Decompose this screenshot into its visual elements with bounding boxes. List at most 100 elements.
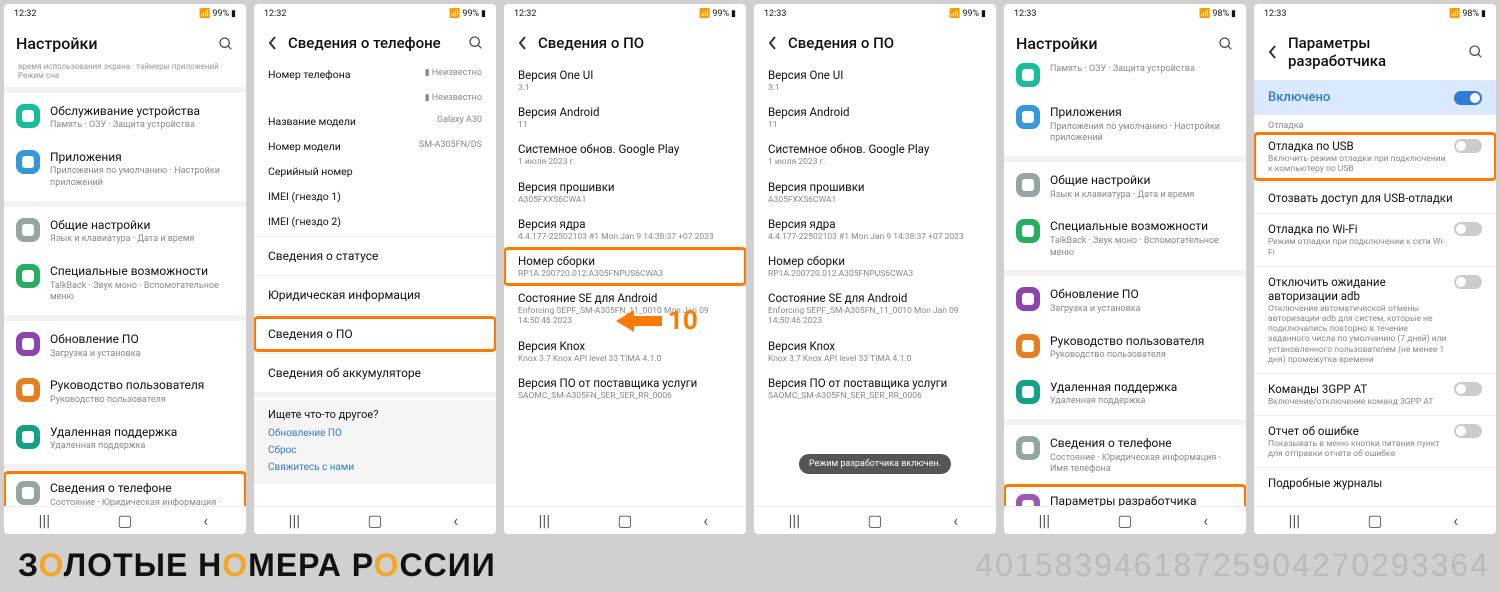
row-knox[interactable]: Версия KnoxKnox 3.7 Knox API level 33 TI… <box>754 333 996 370</box>
item-apps[interactable]: ПриложенияПриложения по умолчанию · Наст… <box>4 141 246 199</box>
row-android[interactable]: Версия Android11 <box>754 99 996 136</box>
link-status[interactable]: Сведения о статусе <box>254 239 496 273</box>
toggle-switch[interactable] <box>1454 222 1482 236</box>
nav-bar: |||▢‹ <box>1254 506 1496 534</box>
row-csc[interactable]: Версия ПО от поставщика услугиSAOMC_SM-A… <box>754 370 996 407</box>
row-knox[interactable]: Версия KnoxKnox 3.7 Knox API level 33 TI… <box>504 333 746 370</box>
opt-adb-auth[interactable]: Отключить ожидание авторизации adbОтключ… <box>1254 269 1496 371</box>
software-list: Версия One UI3.1 Версия Android11 Систем… <box>754 62 996 506</box>
footer-link-contact[interactable]: Свяжитесь с нами <box>268 459 482 476</box>
item-general[interactable]: Общие настройкиЯзык и клавиатура · Дата … <box>4 209 246 255</box>
device-care-icon <box>1016 63 1040 87</box>
toggle-switch[interactable] <box>1454 139 1482 153</box>
row-csc[interactable]: Версия ПО от поставщика услугиSAOMC_SM-A… <box>504 370 746 407</box>
row-googleplay[interactable]: Системное обнов. Google Play1 июля 2023 … <box>754 136 996 173</box>
search-icon[interactable] <box>218 36 234 52</box>
screen-settings-2: 12:33📶 98%▮ Настройки Память · ОЗУ · Защ… <box>1004 4 1246 534</box>
footer-link-reset[interactable]: Сброс <box>268 442 482 459</box>
row-build-number[interactable]: Номер сборкиRP1A.200720.012.A305FNPUS6CW… <box>754 248 996 285</box>
apps-icon <box>16 150 40 174</box>
status-bar: 12:32📶 99%▮ <box>504 4 746 24</box>
general-icon <box>16 218 40 242</box>
nav-home[interactable]: ▢ <box>116 516 134 526</box>
nav-back[interactable]: ‹ <box>197 516 215 526</box>
apps-icon <box>1016 105 1040 129</box>
link-battery[interactable]: Сведения об аккумуляторе <box>254 356 496 390</box>
nav-recents[interactable]: ||| <box>35 516 53 526</box>
search-icon[interactable] <box>468 35 484 51</box>
item-device-care[interactable]: Обслуживание устройстваПамять · ОЗУ · За… <box>4 95 246 141</box>
settings-list: время использования экрана · таймеры при… <box>4 63 246 506</box>
item-update[interactable]: Обновление ПОЗагрузка и установка <box>4 323 246 369</box>
row-se[interactable]: Состояние SE для AndroidEnforcing SEPF_S… <box>754 285 996 332</box>
master-toggle[interactable]: Включено <box>1254 80 1496 115</box>
header: Настройки <box>1004 24 1246 63</box>
opt-bugreport[interactable]: Отчет об ошибкеПоказывать в меню кнопки … <box>1254 418 1496 465</box>
item-remote[interactable]: Удаленная поддержкаУдаленная поддержка <box>1004 371 1246 417</box>
status-bar: 12:33📶 98%▮ <box>1254 4 1496 24</box>
search-icon[interactable] <box>1218 36 1234 52</box>
cut-item-top: время использования экрана · таймеры при… <box>4 63 246 85</box>
opt-3gpp[interactable]: Команды 3GPP ATВключение/отключение кома… <box>1254 376 1496 413</box>
row-baseband[interactable]: Версия прошивкиA305FXXS6CWA1 <box>754 174 996 211</box>
row-googleplay[interactable]: Системное обнов. Google Play1 июля 2023 … <box>504 136 746 173</box>
item-update[interactable]: Обновление ПОЗагрузка и установка <box>1004 278 1246 324</box>
row-serial: Серийный номер <box>254 159 496 184</box>
page-title: Сведения о ПО <box>538 34 734 52</box>
row-kernel[interactable]: Версия ядра4.4.177-22502103 #1 Mon Jan 9… <box>754 211 996 248</box>
about-content: Номер телефона▮ Неизвестно ▮ Неизвестно … <box>254 62 496 506</box>
item-manual[interactable]: Руководство пользователяРуководство поль… <box>4 369 246 415</box>
opt-revoke-usb[interactable]: Отозвать доступ для USB-отладки <box>1254 185 1496 211</box>
toggle-switch[interactable] <box>1454 424 1482 438</box>
header: Сведения о телефоне <box>254 24 496 62</box>
toggle-switch[interactable] <box>1454 91 1482 105</box>
update-icon <box>16 332 40 356</box>
item-accessibility[interactable]: Специальные возможностиTalkBack · Звук м… <box>1004 210 1246 268</box>
row-android[interactable]: Версия Android11 <box>504 99 746 136</box>
footer-link-update[interactable]: Обновление ПО <box>268 425 482 442</box>
general-icon <box>1016 173 1040 197</box>
item-developer-options[interactable]: Параметры разработчикаПараметры разработ… <box>1004 485 1246 506</box>
item-about-phone[interactable]: Сведения о телефонеСостояние · Юридическ… <box>4 472 246 506</box>
tap-count: 10 <box>668 306 698 336</box>
item-manual[interactable]: Руководство пользователяРуководство поль… <box>1004 325 1246 371</box>
row-baseband[interactable]: Версия прошивкиA305FXXS6CWA1 <box>504 174 746 211</box>
link-software-info[interactable]: Сведения о ПО <box>254 317 496 351</box>
row-kernel[interactable]: Версия ядра4.4.177-22502103 #1 Mon Jan 9… <box>504 211 746 248</box>
back-button[interactable] <box>266 36 280 50</box>
accessibility-icon <box>16 264 40 288</box>
accessibility-icon <box>1016 219 1040 243</box>
row-build-number[interactable]: Номер сборкиRP1A.200720.012.A305FNPUS6CW… <box>504 248 746 285</box>
opt-logs[interactable]: Подробные журналы <box>1254 470 1496 496</box>
section-debug: Отладка <box>1254 115 1496 133</box>
row-model-name: Название моделиGalaxy A30 <box>254 109 496 134</box>
item-remote[interactable]: Удаленная поддержкаУдаленная поддержка <box>4 416 246 462</box>
about-phone-icon <box>1016 436 1040 460</box>
back-button[interactable] <box>766 36 780 50</box>
row-oneui[interactable]: Версия One UI3.1 <box>754 62 996 99</box>
page-title: Сведения о ПО <box>788 34 984 52</box>
item-about-phone[interactable]: Сведения о телефонеСостояние · Юридическ… <box>1004 427 1246 485</box>
item-general[interactable]: Общие настройкиЯзык и клавиатура · Дата … <box>1004 164 1246 210</box>
back-button[interactable] <box>516 36 530 50</box>
status-time: 12:32 <box>14 9 36 19</box>
item-device-care-cut[interactable]: Память · ОЗУ · Защита устройства <box>1004 63 1246 96</box>
item-accessibility[interactable]: Специальные возможностиTalkBack · Звук м… <box>4 255 246 313</box>
toast-dev-enabled: Режим разработчика включен. <box>799 454 951 474</box>
faded-digits: 40158394618725904270293364 <box>975 547 1490 584</box>
row-phone-number: Номер телефона▮ Неизвестно <box>254 62 496 87</box>
link-legal[interactable]: Юридическая информация <box>254 278 496 312</box>
toggle-switch[interactable] <box>1454 382 1482 396</box>
brand-banner: ЗОЛОТЫЕ НОМЕРА РОССИИ 401583946187259042… <box>0 538 1500 592</box>
opt-wifi-debug[interactable]: Отладка по Wi-FiРежим отладки при подклю… <box>1254 216 1496 263</box>
row-oneui[interactable]: Версия One UI3.1 <box>504 62 746 99</box>
settings-list: Память · ОЗУ · Защита устройства Приложе… <box>1004 63 1246 506</box>
header: Сведения о ПО <box>504 24 746 62</box>
opt-usb-debug[interactable]: Отладка по USBВключить режим отладки при… <box>1254 133 1496 180</box>
back-button[interactable] <box>1266 45 1280 59</box>
header: Настройки <box>4 24 246 63</box>
row-imei-2: IMEI (гнездо 2) <box>254 209 496 234</box>
toggle-switch[interactable] <box>1454 275 1482 289</box>
item-apps[interactable]: ПриложенияПриложения по умолчанию · Наст… <box>1004 96 1246 154</box>
search-icon[interactable] <box>1468 44 1484 60</box>
